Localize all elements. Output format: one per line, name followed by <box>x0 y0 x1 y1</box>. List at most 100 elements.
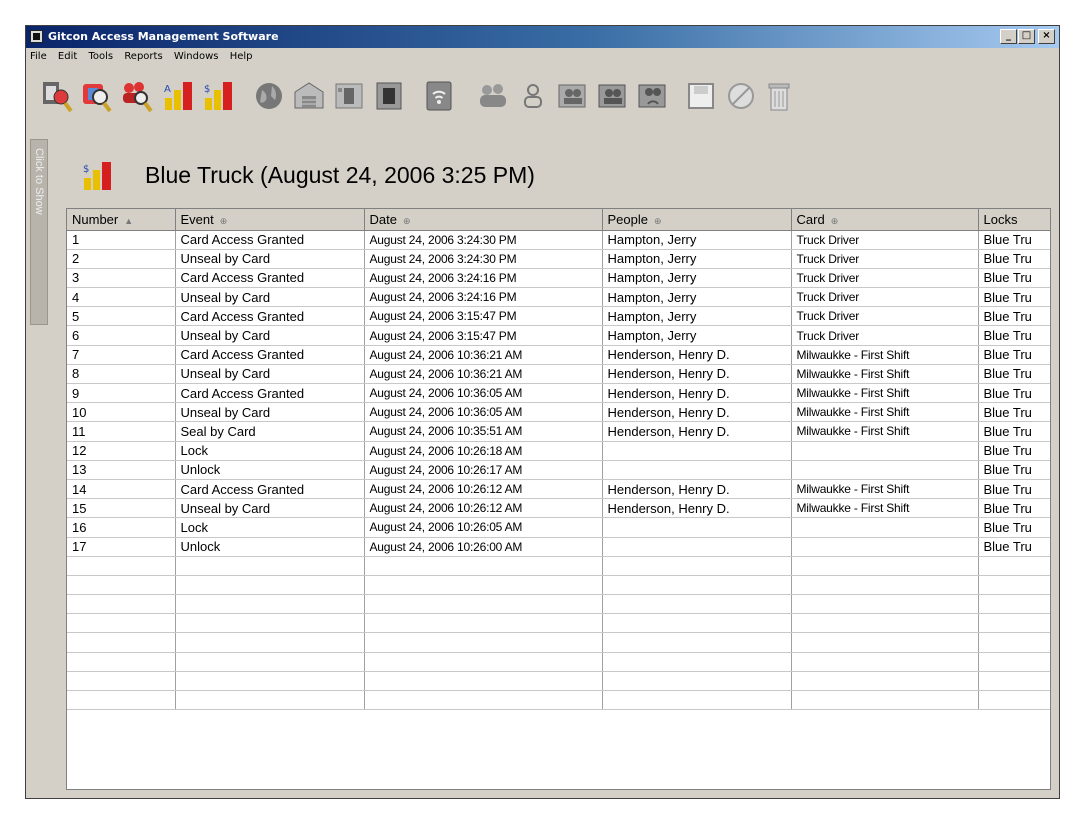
cancel-icon[interactable] <box>724 78 758 114</box>
column-header-date[interactable]: Date ⊕ <box>364 209 603 231</box>
empty-table-row <box>67 671 1050 692</box>
table-row[interactable]: 3 Card Access Granted August 24, 2006 3:24… <box>67 268 1050 289</box>
empty-cell <box>175 632 365 653</box>
table-row[interactable]: 15 Unseal by Card August 24, 2006 10:26:12… <box>67 498 1050 519</box>
trash-icon[interactable] <box>762 78 796 114</box>
column-header-event[interactable]: Event ⊕ <box>175 209 365 231</box>
menu-tools[interactable]: Tools <box>88 51 113 62</box>
report-icon: $ <box>80 158 116 194</box>
title-bar[interactable]: Gitcon Access Management Software _ □ × <box>26 26 1059 48</box>
table-row[interactable]: 4 Unseal by Card August 24, 2006 3:24:16 P… <box>67 287 1050 308</box>
menu-file[interactable]: File <box>30 51 47 62</box>
column-header-number[interactable]: Number ▲ <box>67 209 176 231</box>
cell-locks: Blue Tru <box>978 421 1050 442</box>
empty-cell <box>791 613 979 634</box>
cell-event: Card Access Granted <box>175 383 365 404</box>
empty-cell <box>364 671 603 692</box>
find-events-icon[interactable] <box>40 78 74 114</box>
table-row[interactable]: 10 Unseal by Card August 24, 2006 10:36:05… <box>67 402 1050 423</box>
sort-handle-icon: ⊕ <box>219 215 228 226</box>
group-people-icon[interactable] <box>476 78 510 114</box>
cell-card: Truck Driver <box>791 325 979 346</box>
empty-cell <box>978 613 1050 634</box>
person-icon[interactable] <box>516 78 550 114</box>
report-alt-icon[interactable]: $ <box>202 78 236 114</box>
cell-locks: Blue Tru <box>978 498 1050 519</box>
table-row[interactable]: 6 Unseal by Card August 24, 2006 3:15:47 P… <box>67 325 1050 346</box>
cell-event: Card Access Granted <box>175 230 365 250</box>
empty-cell <box>67 613 176 634</box>
empty-cell <box>175 575 365 596</box>
column-header-people[interactable]: People ⊕ <box>602 209 792 231</box>
cell-card <box>791 537 979 557</box>
report-icon[interactable]: A <box>162 78 196 114</box>
table-row[interactable]: 2 Unseal by Card August 24, 2006 3:24:30 P… <box>67 249 1050 269</box>
table-row[interactable]: 17 Unlock August 24, 2006 10:26:00 AM Blue … <box>67 537 1050 557</box>
cell-card: Truck Driver <box>791 287 979 308</box>
column-header-locks[interactable]: Locks <box>978 209 1050 231</box>
empty-cell <box>978 594 1050 615</box>
globe-icon[interactable] <box>252 78 286 114</box>
empty-cell <box>791 671 979 692</box>
table-row[interactable]: 1 Card Access Granted August 24, 2006 3:24… <box>67 230 1050 250</box>
cell-num: 9 <box>67 383 176 404</box>
table-row[interactable]: 16 Lock August 24, 2006 10:26:05 AM Blue Tr… <box>67 517 1050 538</box>
cell-date: August 24, 2006 10:36:05 AM <box>364 383 603 404</box>
table-row[interactable]: 11 Seal by Card August 24, 2006 10:35:51 A… <box>67 421 1050 442</box>
cell-event: Unseal by Card <box>175 364 365 385</box>
table-row[interactable]: 12 Lock August 24, 2006 10:26:18 AM Blue Tr… <box>67 441 1050 461</box>
table-row[interactable]: 8 Unseal by Card August 24, 2006 10:36:21 … <box>67 364 1050 385</box>
empty-cell <box>67 594 176 615</box>
cell-date: August 24, 2006 3:15:47 PM <box>364 325 603 346</box>
cell-card: Milwaukke - First Shift <box>791 498 979 519</box>
cell-date: August 24, 2006 3:15:47 PM <box>364 306 603 327</box>
empty-cell <box>67 652 176 672</box>
cell-date: August 24, 2006 10:36:21 AM <box>364 364 603 385</box>
cell-card <box>791 441 979 461</box>
window-title: Gitcon Access Management Software <box>48 30 279 43</box>
menu-edit[interactable]: Edit <box>58 51 77 62</box>
find-cards-icon[interactable] <box>80 78 114 114</box>
side-panel-tab[interactable]: Click to Show <box>30 139 48 325</box>
app-window: Gitcon Access Management Software _ □ × … <box>25 25 1060 799</box>
table-row[interactable]: 9 Card Access Granted August 24, 2006 10:3… <box>67 383 1050 404</box>
empty-cell <box>791 690 979 711</box>
lock-device-icon[interactable] <box>372 78 406 114</box>
menu-windows[interactable]: Windows <box>174 51 219 62</box>
find-people-icon[interactable] <box>120 78 154 114</box>
column-header-card[interactable]: Card ⊕ <box>791 209 979 231</box>
cell-people: Henderson, Henry D. <box>602 498 792 519</box>
empty-table-row <box>67 690 1050 711</box>
cell-event: Lock <box>175 441 365 461</box>
svg-text:$: $ <box>83 164 89 175</box>
group-card-alt-icon[interactable] <box>596 78 630 114</box>
empty-cell <box>602 575 792 596</box>
menu-help[interactable]: Help <box>230 51 253 62</box>
group-card-wireless-icon[interactable] <box>636 78 670 114</box>
cell-num: 5 <box>67 306 176 327</box>
sort-handle-icon: ⊕ <box>402 215 411 226</box>
group-card-icon[interactable] <box>556 78 590 114</box>
minimize-button[interactable]: _ <box>1000 29 1017 44</box>
cell-date: August 24, 2006 3:24:30 PM <box>364 230 603 250</box>
building-icon[interactable] <box>292 78 326 114</box>
sort-handle-icon: ⊕ <box>830 215 839 226</box>
maximize-button[interactable]: □ <box>1018 29 1035 44</box>
empty-cell <box>364 632 603 653</box>
table-row[interactable]: 7 Card Access Granted August 24, 2006 10:3… <box>67 345 1050 365</box>
empty-cell <box>175 556 365 576</box>
wireless-icon[interactable] <box>422 78 456 114</box>
table-row[interactable]: 5 Card Access Granted August 24, 2006 3:15… <box>67 306 1050 327</box>
empty-cell <box>364 690 603 711</box>
empty-cell <box>791 652 979 672</box>
panel-icon[interactable] <box>332 78 366 114</box>
app-icon[interactable] <box>30 30 43 43</box>
empty-cell <box>602 690 792 711</box>
table-row[interactable]: 14 Card Access Granted August 24, 2006 10:… <box>67 479 1050 500</box>
save-icon[interactable] <box>684 78 718 114</box>
table-row[interactable]: 13 Unlock August 24, 2006 10:26:17 AM Blue … <box>67 460 1050 480</box>
empty-cell <box>175 652 365 672</box>
menu-reports[interactable]: Reports <box>124 51 162 62</box>
close-button[interactable]: × <box>1038 29 1055 44</box>
cell-card: Milwaukke - First Shift <box>791 345 979 365</box>
